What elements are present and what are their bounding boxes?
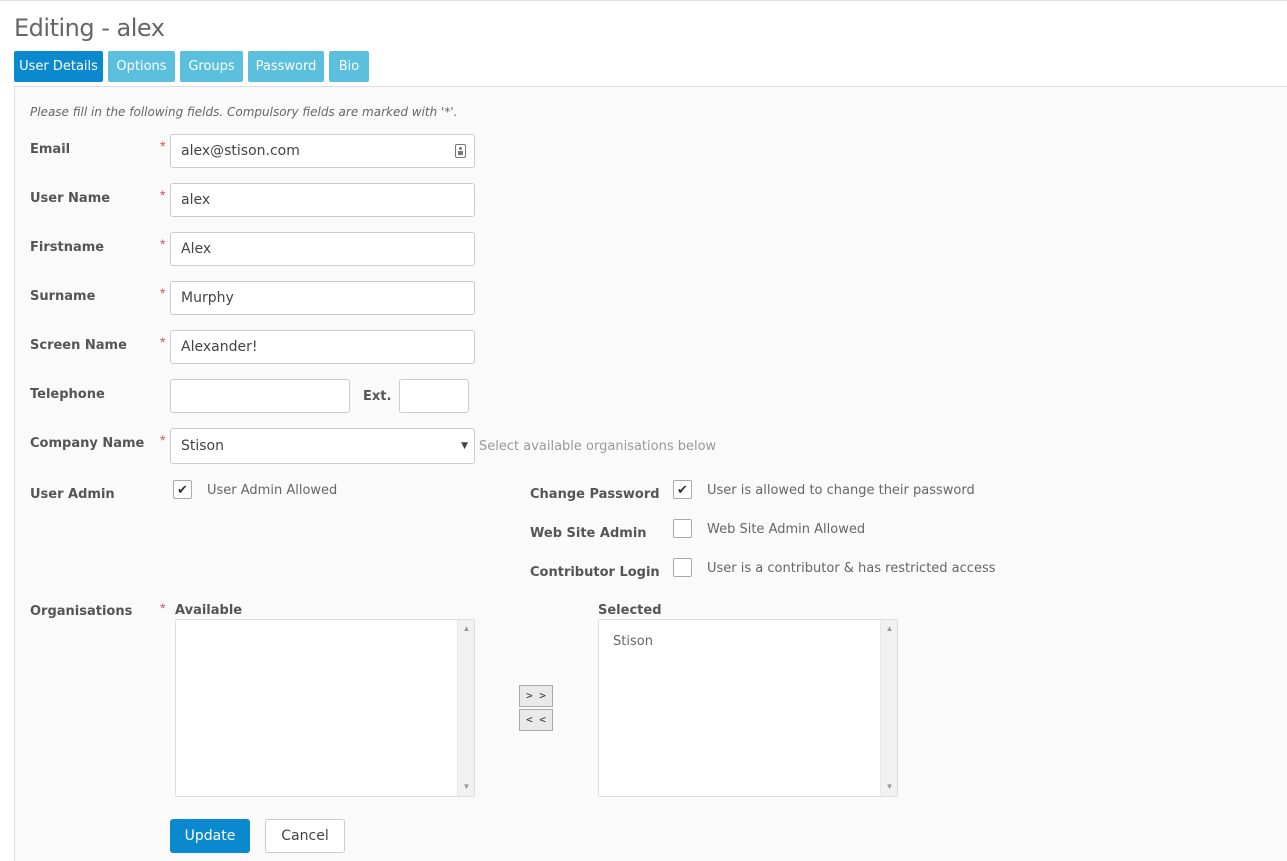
- tab-password[interactable]: Password: [248, 51, 324, 82]
- scroll-down-icon[interactable]: ▼: [881, 780, 898, 794]
- firstname-field[interactable]: Alex: [170, 232, 475, 266]
- selected-scrollbar[interactable]: ▲ ▼: [880, 620, 897, 796]
- tab-options[interactable]: Options: [108, 51, 175, 82]
- email-required-marker: *: [160, 138, 166, 154]
- change-password-checkbox-label: User is allowed to change their password: [707, 483, 975, 498]
- organisations-label: Organisations: [30, 604, 133, 619]
- user-admin-label: User Admin: [30, 487, 115, 502]
- cancel-button[interactable]: Cancel: [265, 819, 345, 853]
- top-divider: [0, 0, 1287, 1]
- ext-field[interactable]: [399, 379, 469, 413]
- user-admin-checkbox[interactable]: ✔: [173, 480, 192, 499]
- scroll-down-icon[interactable]: ▼: [458, 780, 475, 794]
- screenname-label: Screen Name: [30, 338, 127, 353]
- selected-label: Selected: [598, 603, 662, 618]
- page-title: Editing - alex: [14, 14, 165, 42]
- organisations-required-marker: *: [160, 600, 166, 616]
- company-label: Company Name: [30, 436, 145, 451]
- surname-label: Surname: [30, 289, 96, 304]
- web-site-admin-label: Web Site Admin: [530, 526, 647, 541]
- scroll-up-icon[interactable]: ▲: [458, 622, 475, 636]
- user-admin-checkbox-label: User Admin Allowed: [207, 483, 338, 498]
- available-organisations-list[interactable]: ▲ ▼: [175, 619, 475, 797]
- change-password-label: Change Password: [530, 487, 660, 502]
- firstname-label: Firstname: [30, 240, 105, 255]
- username-required-marker: *: [160, 187, 166, 203]
- contributor-login-label: Contributor Login: [530, 565, 660, 580]
- tab-bio[interactable]: Bio: [329, 51, 369, 82]
- update-button[interactable]: Update: [170, 819, 250, 853]
- ext-label: Ext.: [363, 389, 392, 404]
- tab-groups[interactable]: Groups: [180, 51, 243, 82]
- email-label: Email: [30, 142, 71, 157]
- screenname-required-marker: *: [160, 334, 166, 350]
- surname-field[interactable]: Murphy: [170, 281, 475, 315]
- add-organisation-button[interactable]: > >: [519, 685, 553, 707]
- firstname-required-marker: *: [160, 236, 166, 252]
- company-select[interactable]: Stison ▼: [170, 428, 475, 464]
- company-hint: Select available organisations below: [479, 439, 717, 454]
- change-password-checkbox[interactable]: ✔: [673, 480, 692, 499]
- scroll-up-icon[interactable]: ▲: [881, 622, 898, 636]
- surname-required-marker: *: [160, 285, 166, 301]
- available-scrollbar[interactable]: ▲ ▼: [457, 620, 474, 796]
- list-item[interactable]: Stison: [613, 634, 653, 649]
- email-field[interactable]: alex@stison.com: [170, 134, 475, 168]
- remove-organisation-button[interactable]: < <: [519, 709, 553, 731]
- selected-organisations-list[interactable]: Stison ▲ ▼: [598, 619, 898, 797]
- screenname-field[interactable]: Alexander!: [170, 330, 475, 364]
- username-field[interactable]: alex: [170, 183, 475, 217]
- contributor-login-checkbox[interactable]: [673, 558, 692, 577]
- username-label: User Name: [30, 191, 111, 206]
- caret-down-icon: ▼: [461, 441, 468, 451]
- tab-user-details[interactable]: User Details: [14, 51, 103, 82]
- contributor-login-checkbox-label: User is a contributor & has restricted a…: [707, 561, 996, 576]
- company-required-marker: *: [160, 432, 166, 448]
- form-instructions: Please fill in the following fields. Com…: [30, 105, 458, 119]
- available-label: Available: [175, 603, 243, 618]
- email-value: alex@stison.com: [181, 143, 300, 159]
- web-site-admin-checkbox-label: Web Site Admin Allowed: [707, 522, 866, 537]
- telephone-label: Telephone: [30, 387, 105, 402]
- checkmark-icon: ✔: [177, 482, 188, 497]
- company-selected-value: Stison: [181, 438, 224, 454]
- telephone-field[interactable]: [170, 379, 350, 413]
- contact-card-icon: [455, 144, 466, 158]
- web-site-admin-checkbox[interactable]: [673, 519, 692, 538]
- checkmark-icon: ✔: [677, 482, 688, 497]
